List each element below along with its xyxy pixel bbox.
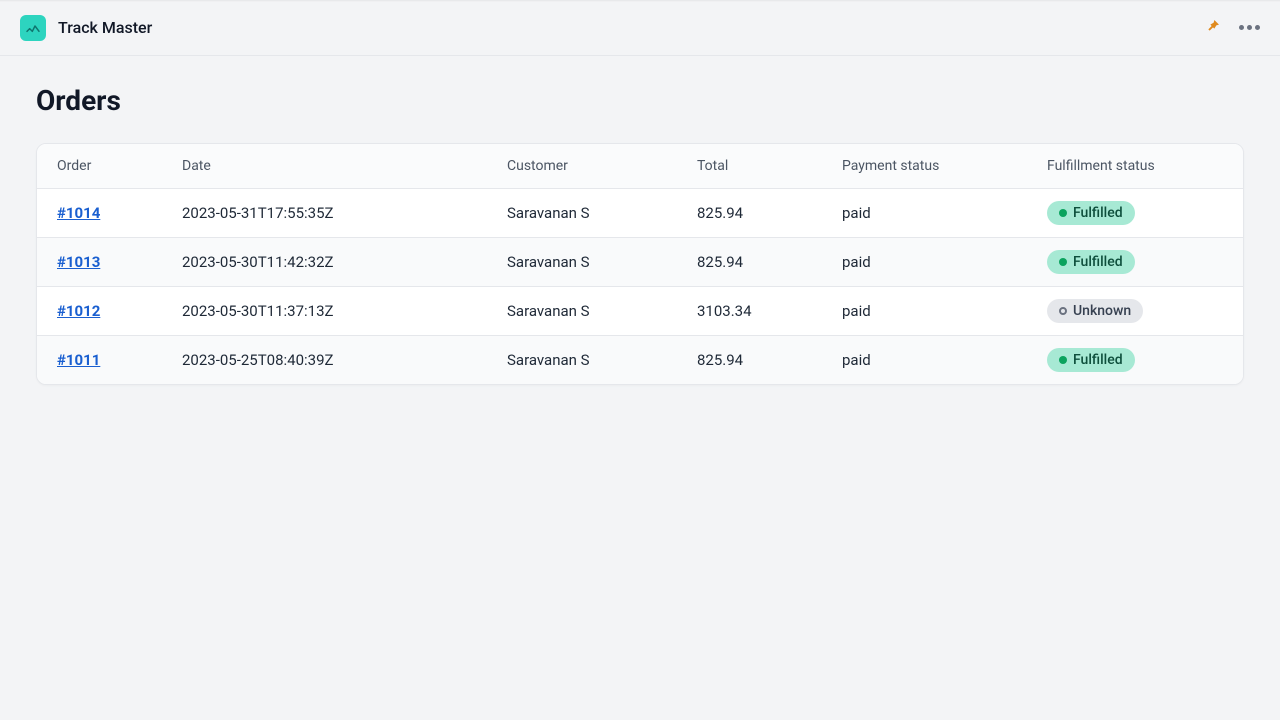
col-header-customer: Customer: [507, 158, 697, 174]
table-row: #1013 2023-05-30T11:42:32ZSaravanan S825.…: [37, 238, 1243, 287]
page-title: Orders: [36, 84, 1244, 117]
col-header-date: Date: [182, 158, 507, 174]
orders-table: Order Date Customer Total Payment status…: [36, 143, 1244, 385]
fulfillment-badge: Fulfilled: [1047, 250, 1135, 274]
col-header-order: Order: [57, 158, 182, 174]
order-date: 2023-05-25T08:40:39Z: [182, 351, 507, 369]
page-content: Orders Order Date Customer Total Payment…: [0, 56, 1280, 413]
order-link[interactable]: #1012: [57, 302, 100, 320]
dot-icon: [1059, 258, 1067, 266]
order-total: 825.94: [697, 253, 842, 271]
order-payment-status: paid: [842, 253, 1047, 271]
order-link[interactable]: #1011: [57, 351, 100, 369]
table-row: #1011 2023-05-25T08:40:39ZSaravanan S825.…: [37, 336, 1243, 384]
app-header-left: Track Master: [20, 15, 152, 41]
more-icon[interactable]: [1239, 25, 1260, 30]
order-payment-status: paid: [842, 204, 1047, 222]
order-customer: Saravanan S: [507, 253, 697, 271]
order-customer: Saravanan S: [507, 302, 697, 320]
circle-icon: [1059, 307, 1067, 315]
fulfillment-badge-label: Fulfilled: [1073, 352, 1123, 368]
fulfillment-badge: Unknown: [1047, 299, 1143, 323]
order-total: 825.94: [697, 351, 842, 369]
order-fulfillment-cell: Fulfilled: [1047, 201, 1223, 225]
order-fulfillment-cell: Unknown: [1047, 299, 1223, 323]
app-title: Track Master: [58, 18, 152, 37]
fulfillment-badge-label: Unknown: [1073, 303, 1131, 319]
order-fulfillment-cell: Fulfilled: [1047, 348, 1223, 372]
order-date: 2023-05-30T11:37:13Z: [182, 302, 507, 320]
col-header-payment-status: Payment status: [842, 158, 1047, 174]
dot-icon: [1059, 356, 1067, 364]
order-customer: Saravanan S: [507, 204, 697, 222]
app-logo-icon: [20, 15, 46, 41]
order-total: 825.94: [697, 204, 842, 222]
order-fulfillment-cell: Fulfilled: [1047, 250, 1223, 274]
fulfillment-badge-label: Fulfilled: [1073, 205, 1123, 221]
table-header-row: Order Date Customer Total Payment status…: [37, 144, 1243, 189]
table-row: #1012 2023-05-30T11:37:13ZSaravanan S3103…: [37, 287, 1243, 336]
order-customer: Saravanan S: [507, 351, 697, 369]
app-header-actions: [1205, 18, 1260, 38]
table-row: #1014 2023-05-31T17:55:35ZSaravanan S825.…: [37, 189, 1243, 238]
order-date: 2023-05-31T17:55:35Z: [182, 204, 507, 222]
order-date: 2023-05-30T11:42:32Z: [182, 253, 507, 271]
col-header-fulfillment-status: Fulfillment status: [1047, 158, 1223, 174]
order-payment-status: paid: [842, 351, 1047, 369]
order-total: 3103.34: [697, 302, 842, 320]
fulfillment-badge-label: Fulfilled: [1073, 254, 1123, 270]
pin-icon[interactable]: [1205, 18, 1221, 38]
order-payment-status: paid: [842, 302, 1047, 320]
order-link[interactable]: #1013: [57, 253, 100, 271]
fulfillment-badge: Fulfilled: [1047, 348, 1135, 372]
dot-icon: [1059, 209, 1067, 217]
order-link[interactable]: #1014: [57, 204, 100, 222]
col-header-total: Total: [697, 158, 842, 174]
app-header: Track Master: [0, 0, 1280, 56]
fulfillment-badge: Fulfilled: [1047, 201, 1135, 225]
